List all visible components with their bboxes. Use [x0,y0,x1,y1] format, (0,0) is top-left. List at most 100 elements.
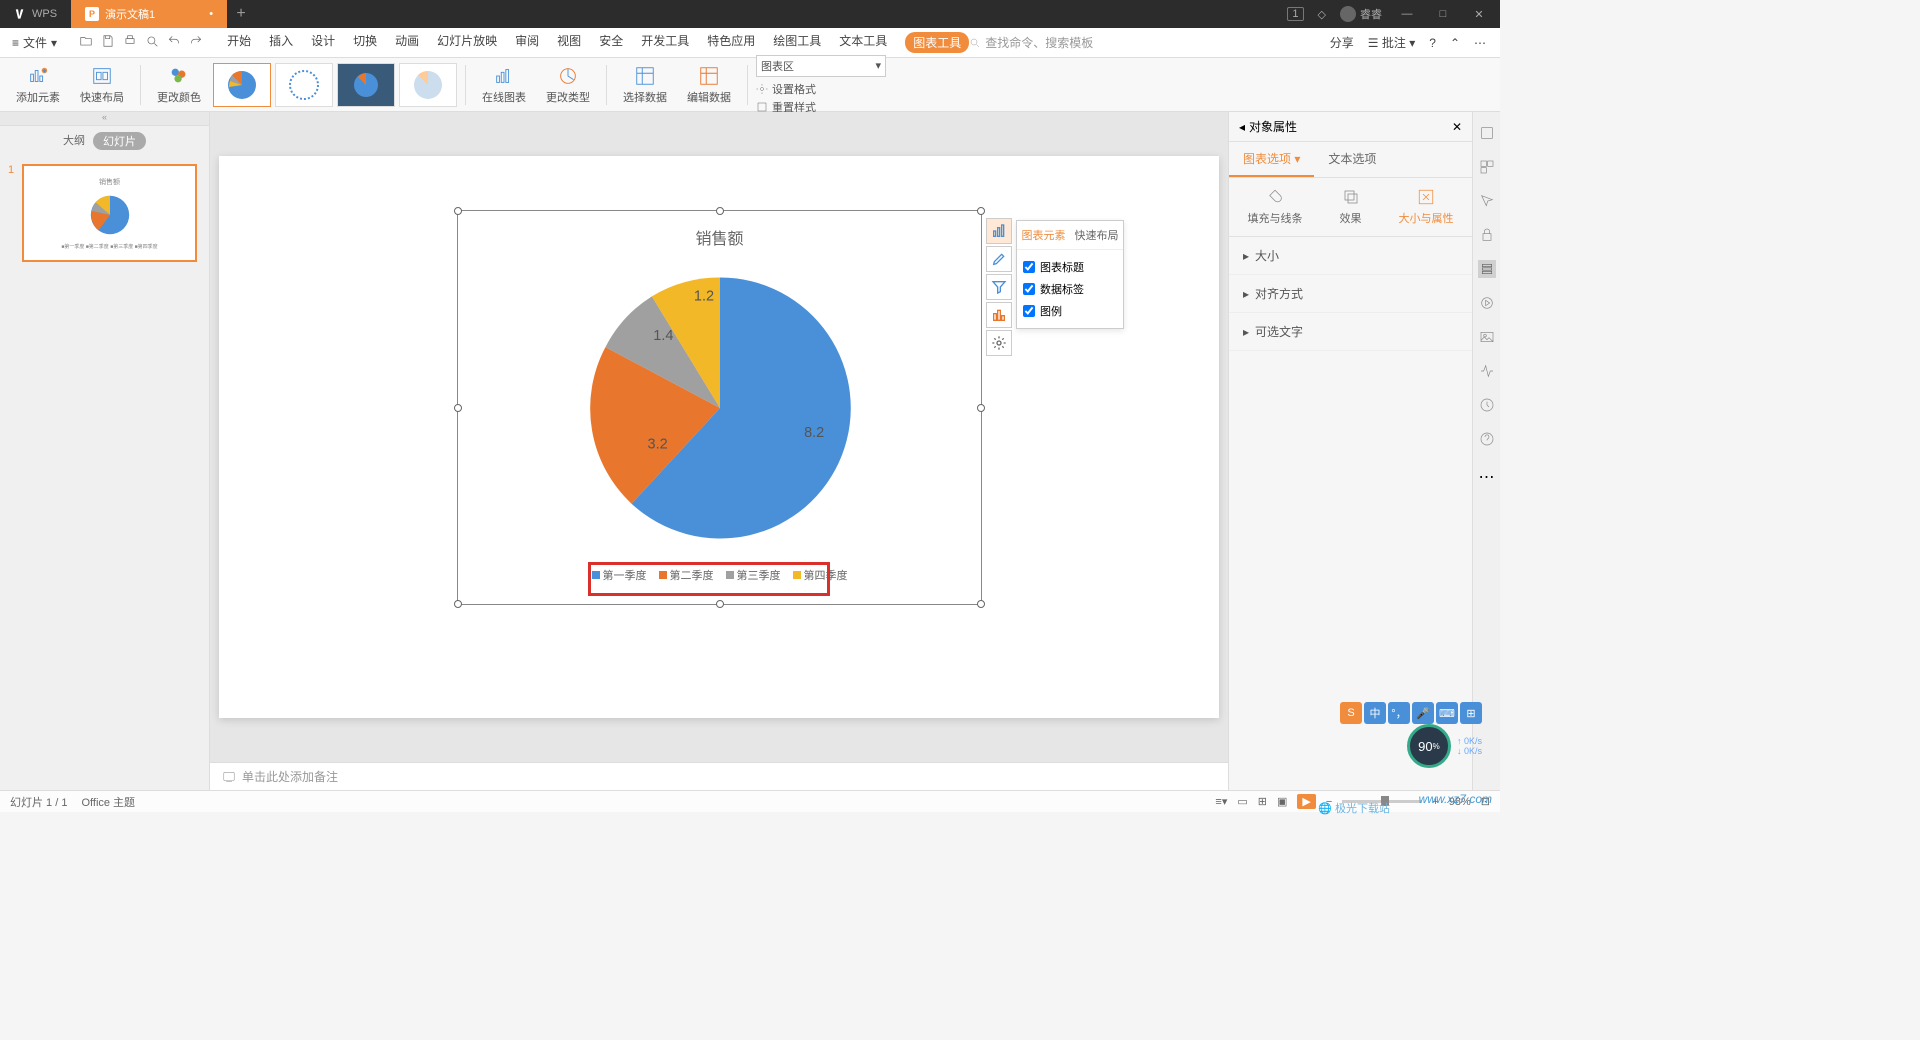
batch-button[interactable]: ☰ 批注 ▾ [1368,34,1415,51]
open-icon[interactable] [79,34,93,51]
preview-icon[interactable] [145,34,159,51]
menu-design[interactable]: 设计 [311,32,335,53]
menu-charttools[interactable]: 图表工具 [905,32,969,53]
chart-filter-icon[interactable] [986,274,1012,300]
select-data-button[interactable]: 选择数据 [615,65,675,105]
speed-widget[interactable]: 90% ↑ 0K/s ↓ 0K/s [1407,724,1482,768]
ime-tool-icon[interactable]: ⊞ [1460,702,1482,724]
document-tab[interactable]: P 演示文稿1 • [71,0,227,28]
file-menu[interactable]: ≡ 文件 ▾ [0,34,69,51]
menu-view[interactable]: 视图 [557,32,581,53]
panel-close-icon[interactable]: ✕ [1452,120,1462,134]
tab-text-options[interactable]: 文本选项 [1314,142,1390,177]
add-element-button[interactable]: + 添加元素 [8,65,68,105]
style-3[interactable] [337,63,395,107]
minimize-button[interactable]: — [1396,8,1418,20]
ime-lang-icon[interactable]: 中 [1364,702,1386,724]
rail-new-icon[interactable] [1478,124,1496,142]
chart-brush-icon[interactable] [986,246,1012,272]
opt-legend[interactable]: 图例 [1023,300,1117,322]
print-icon[interactable] [123,34,137,51]
subtab-fill[interactable]: 填充与线条 [1248,188,1303,226]
user-avatar[interactable]: 睿睿 [1340,6,1382,22]
resize-handle[interactable] [977,600,985,608]
menu-security[interactable]: 安全 [599,32,623,53]
undo-icon[interactable] [167,34,181,51]
resize-handle[interactable] [716,600,724,608]
change-type-button[interactable]: 更改类型 [538,65,598,105]
rail-help-icon[interactable] [1478,430,1496,448]
menu-start[interactable]: 开始 [227,32,251,53]
share-button[interactable]: 分享 [1330,34,1354,51]
notes-view-icon[interactable]: ≡▾ [1215,795,1227,808]
chart-title[interactable]: 销售额 [458,211,981,249]
normal-view-icon[interactable]: ▭ [1237,795,1247,808]
new-tab-button[interactable]: + [227,5,255,23]
style-4[interactable] [399,63,457,107]
resize-handle[interactable] [977,207,985,215]
chart-stats-icon[interactable] [986,302,1012,328]
badge[interactable]: 1 [1287,7,1303,21]
section-size[interactable]: ▸大小 [1229,237,1472,275]
chart-area-combo[interactable]: 图表区▾ [756,55,886,77]
popup-tab-quick[interactable]: 快速布局 [1070,221,1123,249]
rail-select-icon[interactable] [1478,192,1496,210]
resize-handle[interactable] [977,404,985,412]
menu-devtools[interactable]: 开发工具 [641,32,689,53]
collapse-ribbon-icon[interactable]: ⌃ [1450,36,1460,50]
collapse-panel-icon[interactable]: « [0,112,209,126]
panel-back-icon[interactable]: ◂ [1239,120,1245,134]
rail-history-icon[interactable] [1478,396,1496,414]
style-2[interactable] [275,63,333,107]
close-button[interactable]: ✕ [1468,8,1490,21]
quick-layout-button[interactable]: 快速布局 [72,65,132,105]
notes-pane[interactable]: 单击此处添加备注 [210,762,1228,790]
menu-insert[interactable]: 插入 [269,32,293,53]
chart-elements-icon[interactable] [986,218,1012,244]
redo-icon[interactable] [189,34,203,51]
ime-punct-icon[interactable]: °， [1388,702,1410,724]
subtab-size[interactable]: 大小与属性 [1399,188,1454,226]
menu-special[interactable]: 特色应用 [707,32,755,53]
resize-handle[interactable] [716,207,724,215]
rail-media-icon[interactable] [1478,362,1496,380]
chart-selection[interactable]: 销售额 8.2 3.2 1.4 1. [457,210,982,605]
online-chart-button[interactable]: 在线图表 [474,65,534,105]
popup-tab-elements[interactable]: 图表元素 [1017,221,1070,249]
save-icon[interactable] [101,34,115,51]
change-color-button[interactable]: 更改颜色 [149,65,209,105]
slides-tab[interactable]: 幻灯片 [93,132,146,150]
rail-image-icon[interactable] [1478,328,1496,346]
maximize-button[interactable]: □ [1432,8,1454,20]
help-icon[interactable]: ? [1429,36,1436,50]
rail-more-icon[interactable]: ⋯ [1478,468,1496,486]
menu-drawtools[interactable]: 绘图工具 [773,32,821,53]
slide-thumbnail-1[interactable]: 销售额 ■第一季度 ■第二季度 ■第三季度 ■第四季度 [22,164,197,262]
command-search[interactable]: 查找命令、搜索模板 [969,34,1093,51]
outline-tab[interactable]: 大纲 [63,132,85,150]
chart-settings-icon[interactable] [986,330,1012,356]
reading-view-icon[interactable]: ▣ [1277,795,1287,808]
ime-voice-icon[interactable]: 🎤 [1412,702,1434,724]
resize-handle[interactable] [454,404,462,412]
menu-slideshow[interactable]: 幻灯片放映 [437,32,497,53]
ime-keyboard-icon[interactable]: ⌨ [1436,702,1458,724]
sorter-view-icon[interactable]: ⊞ [1258,795,1267,808]
menu-review[interactable]: 审阅 [515,32,539,53]
edit-data-button[interactable]: 编辑数据 [679,65,739,105]
menu-transition[interactable]: 切换 [353,32,377,53]
section-align[interactable]: ▸对齐方式 [1229,275,1472,313]
menu-texttools[interactable]: 文本工具 [839,32,887,53]
opt-chart-title[interactable]: 图表标题 [1023,256,1117,278]
subtab-effect[interactable]: 效果 [1340,188,1362,226]
resize-handle[interactable] [454,207,462,215]
rail-lock-icon[interactable] [1478,226,1496,244]
resize-handle[interactable] [454,600,462,608]
opt-data-labels[interactable]: 数据标签 [1023,278,1117,300]
slideshow-view-icon[interactable]: ▶ [1297,794,1315,809]
section-alt-text[interactable]: ▸可选文字 [1229,313,1472,351]
rail-property-icon[interactable] [1478,260,1496,278]
tab-chart-options[interactable]: 图表选项 ▾ [1229,142,1314,177]
menu-animation[interactable]: 动画 [395,32,419,53]
more-icon[interactable]: ⋯ [1474,36,1486,50]
